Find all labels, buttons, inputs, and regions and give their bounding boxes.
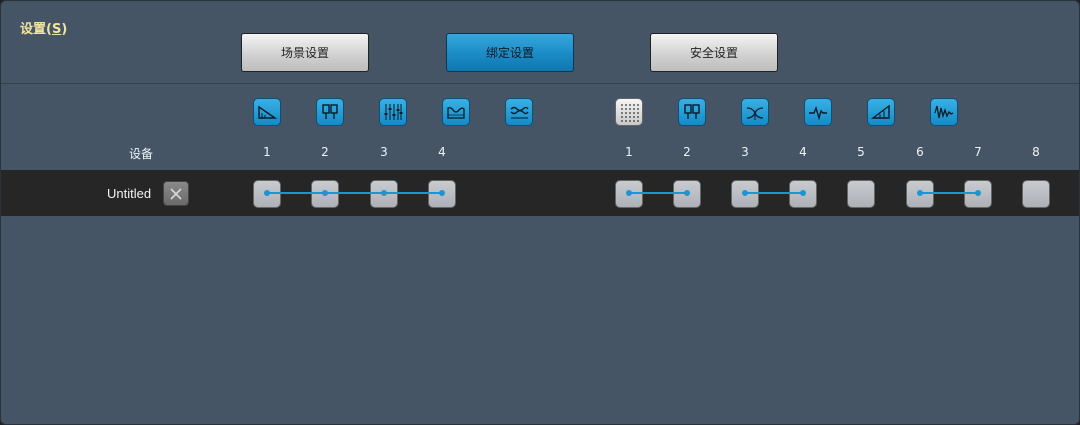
binding-dot [684, 190, 690, 196]
binding-dot [626, 190, 632, 196]
group1-channel-number: 3 [380, 145, 388, 159]
group2-channel-toggle[interactable] [847, 180, 875, 208]
tab-scene-settings[interactable]: 场景设置 [241, 33, 369, 72]
binding-dot [322, 190, 328, 196]
oscillation-wave-icon[interactable] [930, 98, 958, 126]
divider [1, 83, 1079, 84]
group2-channel-number: 7 [974, 145, 982, 159]
speaker-position-icon[interactable] [678, 98, 706, 126]
tab-security-settings[interactable]: 安全设置 [650, 33, 778, 72]
frequency-curve-icon[interactable] [442, 98, 470, 126]
volume-ramp-icon[interactable] [867, 98, 895, 126]
group1-channel-number: 1 [263, 145, 271, 159]
binding-dot [742, 190, 748, 196]
settings-window: 设置(S) 场景设置 绑定设置 安全设置 设备 1 2 3 4 1 2 3 4 … [0, 0, 1080, 425]
group1-channel-number: 4 [438, 145, 446, 159]
binding-dot [917, 190, 923, 196]
binding-dot [264, 190, 270, 196]
remove-device-button[interactable] [163, 181, 189, 206]
binding-dot [975, 190, 981, 196]
group2-channel-number: 6 [916, 145, 924, 159]
binding-link [920, 192, 978, 194]
group2-channel-number: 5 [857, 145, 865, 159]
binding-dot [439, 190, 445, 196]
group2-channel-number: 1 [625, 145, 633, 159]
mixer-sliders-icon[interactable] [379, 98, 407, 126]
speaker-position-icon[interactable] [316, 98, 344, 126]
group1-channel-number: 2 [321, 145, 329, 159]
binding-link [629, 192, 687, 194]
device-name: Untitled [107, 186, 152, 201]
group2-channel-number: 4 [799, 145, 807, 159]
close-icon [170, 187, 182, 200]
equalizer-wave-icon[interactable] [505, 98, 533, 126]
group2-channel-toggle[interactable] [1022, 180, 1050, 208]
device-column-header: 设备 [129, 147, 154, 161]
dot-grid-icon[interactable] [615, 98, 643, 126]
tab-bar: 场景设置 绑定设置 安全设置 [1, 33, 1079, 73]
binding-link [267, 192, 442, 194]
group2-channel-number: 8 [1032, 145, 1040, 159]
binding-dot [381, 190, 387, 196]
room-correction-icon[interactable] [253, 98, 281, 126]
group2-channel-number: 3 [741, 145, 749, 159]
heartbeat-wave-icon[interactable] [804, 98, 832, 126]
crossover-icon[interactable] [741, 98, 769, 126]
binding-dot [800, 190, 806, 196]
group2-channel-number: 2 [683, 145, 691, 159]
tab-binding-settings[interactable]: 绑定设置 [446, 33, 574, 72]
binding-link [745, 192, 803, 194]
